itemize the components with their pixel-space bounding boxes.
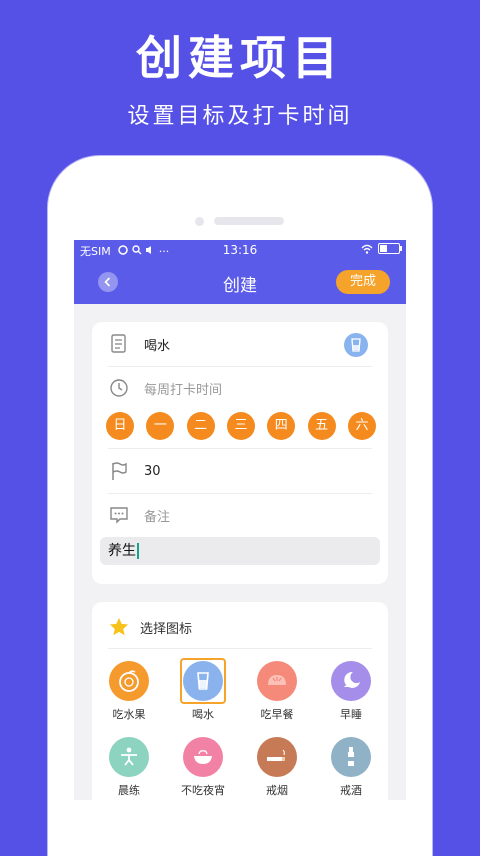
icon-option-label: 不吃夜宵 <box>181 784 225 797</box>
day-wed[interactable]: 三 <box>226 412 255 440</box>
icon-option-label: 喝水 <box>192 708 214 721</box>
weekday-selector: 日 一 二 三 四 五 六 <box>106 412 376 440</box>
weekly-label: 每周打卡时间 <box>144 382 223 398</box>
name-row[interactable]: 喝水 <box>108 322 372 367</box>
phone-camera <box>195 217 204 226</box>
status-bar: 无SIM ··· 13:16 <box>74 240 406 260</box>
star-icon <box>109 617 129 636</box>
water-cup-icon <box>351 338 361 352</box>
bowl-icon <box>183 737 223 777</box>
day-mon[interactable]: 一 <box>146 412 175 440</box>
icon-option-label: 晨练 <box>118 784 140 797</box>
icon-option-no-drinking[interactable]: 戒酒 <box>314 734 388 798</box>
document-icon <box>108 333 130 355</box>
day-sun[interactable]: 日 <box>106 412 134 440</box>
moon-icon <box>331 661 371 701</box>
app-screen: 无SIM ··· 13:16 创建 完成 喝水 每周打卡时间 日 一 二 三 四… <box>74 240 406 800</box>
target-row[interactable]: 30 <box>108 448 372 494</box>
note-value: 养生 <box>108 543 136 559</box>
icon-option-label: 戒酒 <box>340 784 362 797</box>
bun-icon <box>257 661 297 701</box>
icon-option-label: 早睡 <box>340 708 362 721</box>
done-button[interactable]: 完成 <box>336 270 390 294</box>
day-sat[interactable]: 六 <box>347 412 376 440</box>
day-thu[interactable]: 四 <box>267 412 296 440</box>
project-form-card: 喝水 每周打卡时间 日 一 二 三 四 五 六 30 备注 养生 <box>92 322 388 584</box>
note-input[interactable]: 养生 <box>100 537 380 565</box>
text-caret <box>137 543 139 559</box>
wifi-icon <box>361 244 373 254</box>
cigarette-icon <box>257 737 297 777</box>
water-cup-icon <box>183 661 223 701</box>
note-label: 备注 <box>144 509 171 525</box>
phone-speaker <box>214 217 284 225</box>
icon-option-label: 吃早餐 <box>260 708 294 721</box>
note-row: 备注 <box>108 493 372 537</box>
flag-icon <box>108 460 130 482</box>
bottle-icon <box>331 737 371 777</box>
target-value: 30 <box>144 463 161 479</box>
selected-icon-badge[interactable] <box>344 333 368 357</box>
content-area: 喝水 每周打卡时间 日 一 二 三 四 五 六 30 备注 养生 选择图标 吃水… <box>74 304 406 800</box>
comment-icon <box>108 504 130 526</box>
promo-title: 创建项目 <box>136 31 344 85</box>
project-name: 喝水 <box>144 338 171 354</box>
icon-picker-title: 选择图标 <box>140 621 193 637</box>
icon-option-sleep[interactable]: 早睡 <box>314 658 388 722</box>
exercise-icon <box>109 737 149 777</box>
status-time: 13:16 <box>222 243 258 257</box>
day-tue[interactable]: 二 <box>186 412 215 440</box>
divider <box>108 648 372 649</box>
nav-bar: 创建 完成 <box>74 260 406 304</box>
status-right <box>361 243 402 254</box>
icon-picker-header: 选择图标 <box>108 616 192 638</box>
weekly-row: 每周打卡时间 <box>108 366 372 410</box>
icon-option-exercise[interactable]: 晨练 <box>92 734 166 798</box>
icon-option-label: 戒烟 <box>266 784 288 797</box>
icon-option-label: 吃水果 <box>112 708 146 721</box>
day-fri[interactable]: 五 <box>307 412 336 440</box>
icon-option-no-late-snack[interactable]: 不吃夜宵 <box>166 734 240 798</box>
icon-picker-card: 选择图标 吃水果 喝水 吃早餐 早睡 晨练 不吃夜宵 戒烟 戒酒 <box>92 602 388 800</box>
icon-option-water[interactable]: 喝水 <box>166 658 240 722</box>
promo-subtitle: 设置目标及打卡时间 <box>127 104 353 129</box>
battery-icon <box>378 243 402 254</box>
clock-icon <box>108 377 130 399</box>
icon-option-breakfast[interactable]: 吃早餐 <box>240 658 314 722</box>
icon-option-no-smoking[interactable]: 戒烟 <box>240 734 314 798</box>
icon-option-fruit[interactable]: 吃水果 <box>92 658 166 722</box>
orange-icon <box>109 661 149 701</box>
